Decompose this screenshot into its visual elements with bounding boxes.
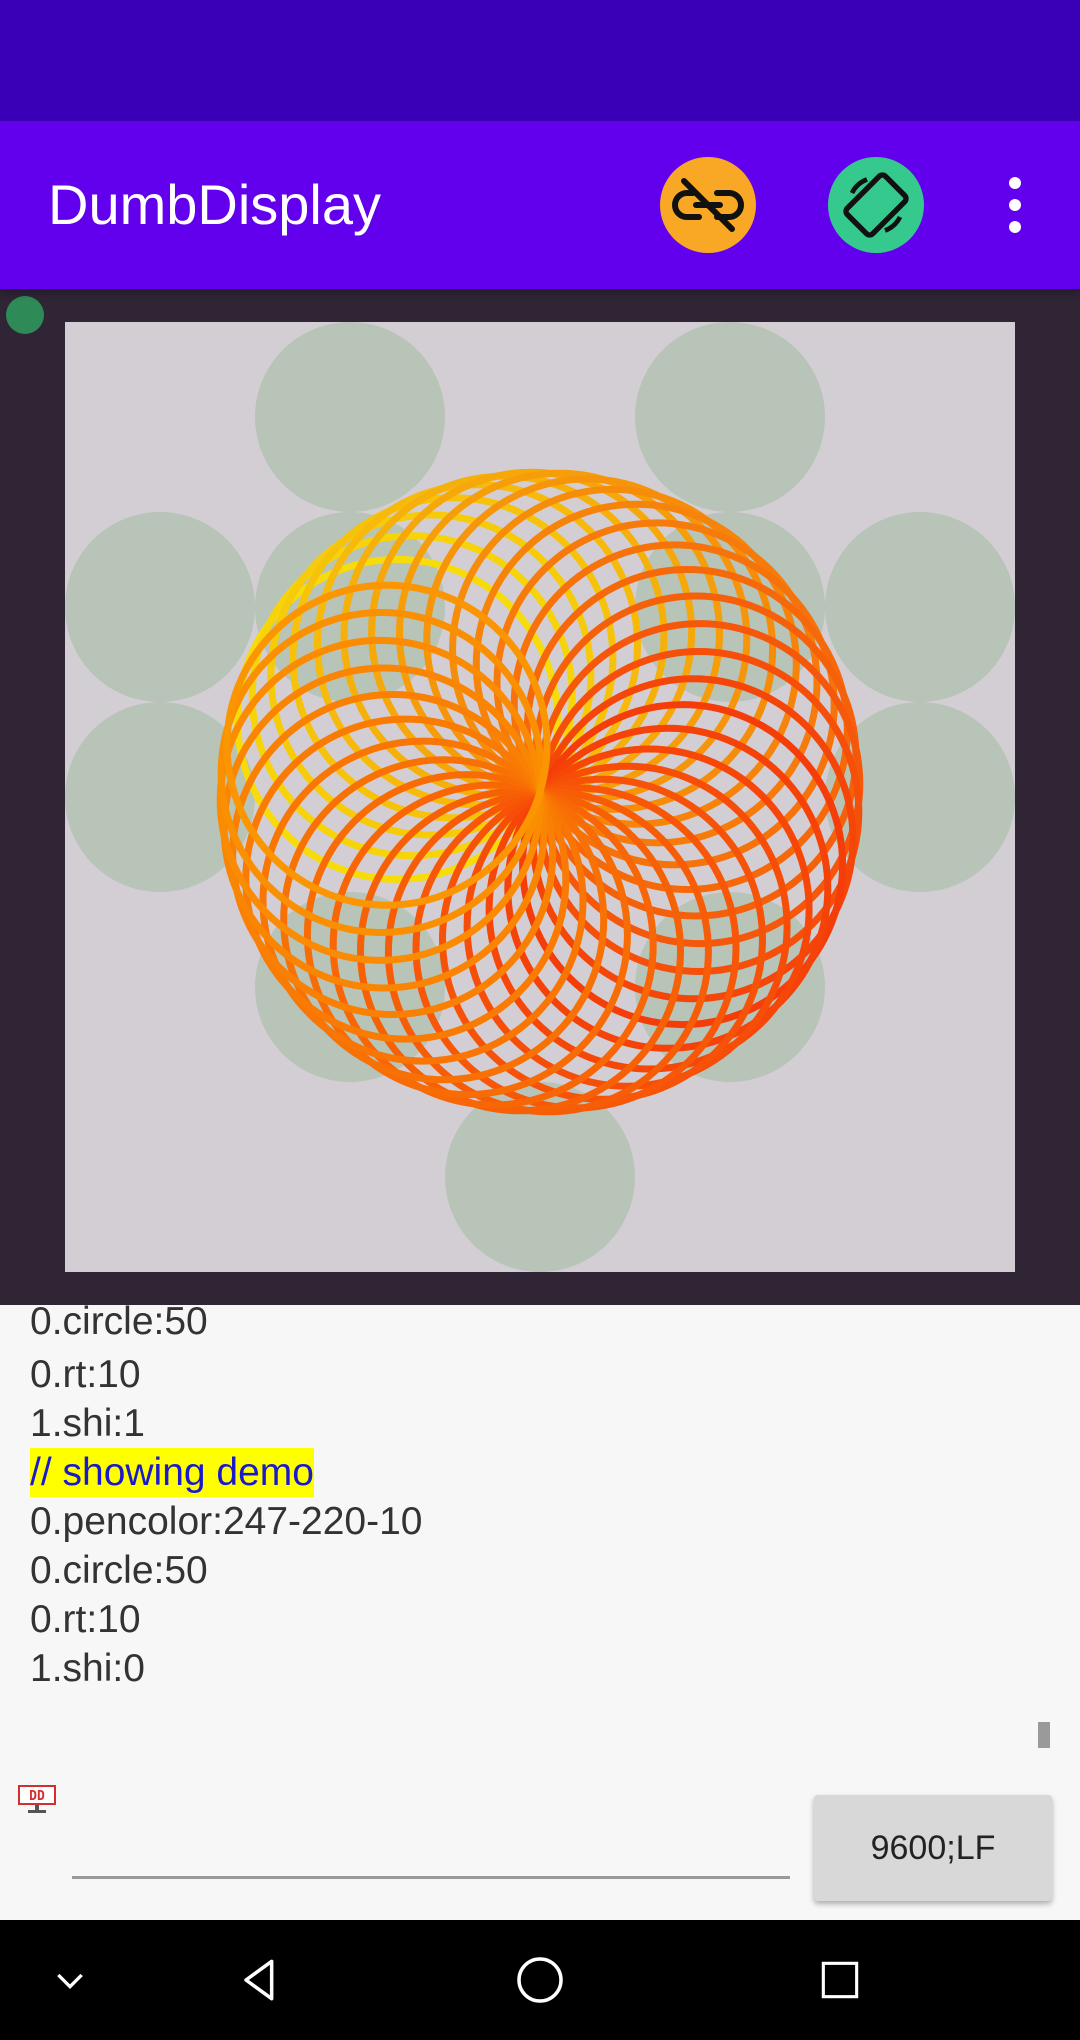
system-navigation-bar (0, 1920, 1080, 2040)
log-line: 0.rt:10 (30, 1353, 141, 1396)
recents-button[interactable] (800, 1920, 880, 2040)
more-vert-icon-dot (1009, 221, 1021, 233)
send-button[interactable]: 9600;LF (814, 1795, 1052, 1901)
log-line: 0.rt:10 (30, 1598, 141, 1641)
log-line-highlight: // showing demo (30, 1448, 314, 1497)
connection-status-dot (6, 296, 44, 334)
command-input-underline (72, 1876, 790, 1879)
app-bar: DumbDisplay (0, 121, 1080, 289)
back-icon (244, 1959, 274, 2001)
log-line: 0.circle:50 (30, 1305, 208, 1343)
connection-button[interactable] (660, 157, 756, 253)
dd-logo-icon: DD (18, 1785, 56, 1815)
more-vert-icon-dot (1009, 177, 1021, 189)
keyboard-hide-button[interactable] (30, 1920, 110, 2040)
turtle-canvas[interactable] (65, 322, 1015, 1272)
command-input[interactable] (72, 1810, 794, 1878)
home-icon (517, 1957, 563, 2003)
back-button[interactable] (220, 1920, 300, 2040)
svg-text:DD: DD (29, 1789, 45, 1804)
background-circle (635, 322, 825, 512)
link-off-icon (672, 178, 744, 232)
log-line: 1.shi:0 (30, 1647, 145, 1690)
more-vert-icon-dot (1009, 199, 1021, 211)
screen-rotation-icon (843, 172, 909, 238)
log-line: 0.circle:50 (30, 1549, 208, 1592)
log-scrollbar[interactable] (1038, 1722, 1050, 1748)
chevron-down-icon (57, 1973, 83, 1990)
background-circle (255, 322, 445, 512)
log-panel: 0.circle:50 0.rt:10 1.shi:1 // showing d… (0, 1305, 1080, 1720)
rotate-button[interactable] (828, 157, 924, 253)
turtle-canvas-svg (65, 322, 1015, 1272)
log-line: 1.shi:1 (30, 1402, 145, 1445)
recents-icon (821, 1961, 859, 1999)
display-area (0, 289, 1080, 1305)
overflow-menu-button[interactable] (985, 157, 1045, 253)
system-status-bar (0, 0, 1080, 121)
app-title: DumbDisplay (48, 173, 381, 236)
home-button[interactable] (500, 1920, 580, 2040)
background-circle (65, 512, 255, 702)
log-line: 0.pencolor:247-220-10 (30, 1500, 423, 1543)
background-circle (825, 512, 1015, 702)
